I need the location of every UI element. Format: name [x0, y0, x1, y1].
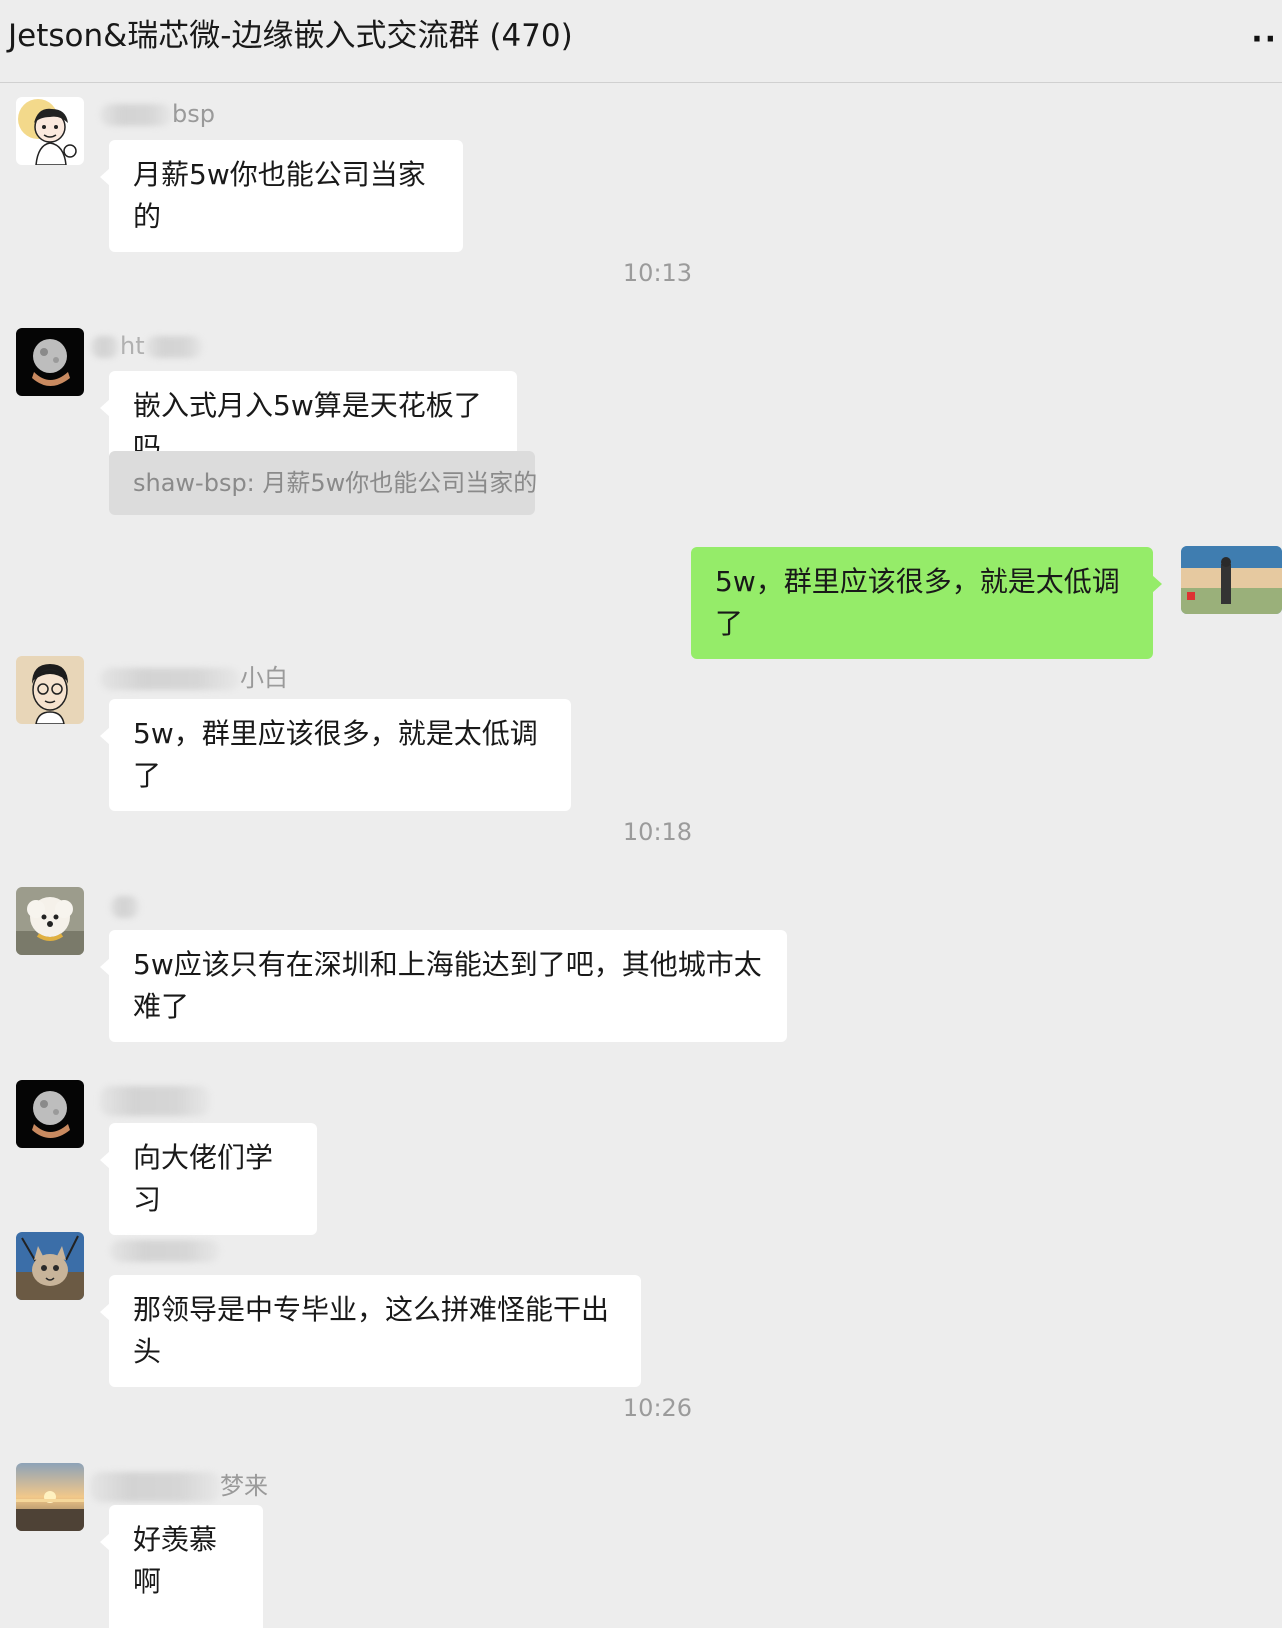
quoted-message[interactable]: shaw-bsp: 月薪5w你也能公司当家的 — [109, 451, 537, 515]
sender-name — [100, 1086, 210, 1116]
blurred-name — [100, 668, 240, 690]
message-bubble[interactable]: 5w，群里应该很多，就是太低调了 — [100, 699, 571, 811]
message-bubble[interactable]: 月薪5w你也能公司当家的 — [100, 140, 463, 252]
timestamp: 10:26 — [622, 1394, 693, 1422]
message-bubble[interactable]: 5w应该只有在深圳和上海能达到了吧，其他城市太难了 — [100, 930, 787, 1042]
blurred-name — [110, 1240, 220, 1262]
blurred-name — [90, 1472, 220, 1502]
timestamp: 10:18 — [622, 818, 693, 846]
message-bubble[interactable]: 那领导是中专毕业，这么拼难怪能干出头 — [100, 1275, 641, 1387]
avatar[interactable] — [16, 1080, 84, 1148]
avatar[interactable] — [16, 1232, 84, 1300]
blurred-name — [100, 1086, 210, 1116]
avatar[interactable] — [16, 97, 84, 165]
avatar[interactable] — [16, 1463, 84, 1531]
blurred-name — [100, 104, 172, 126]
sender-name: 小白 — [100, 658, 288, 693]
blurred-name — [110, 896, 140, 918]
avatar[interactable] — [16, 656, 84, 724]
timestamp: 10:13 — [622, 259, 693, 287]
sender-name — [110, 1236, 220, 1264]
my-avatar[interactable] — [1181, 546, 1282, 614]
blurred-name — [144, 336, 203, 358]
sender-name: 梦来 — [90, 1466, 268, 1502]
chat-header: Jetson&瑞芯微-边缘嵌入式交流群 (470) ·· — [0, 0, 1282, 83]
my-message-bubble[interactable]: 5w，群里应该很多，就是太低调了 — [691, 547, 1162, 659]
sender-name: bsp — [100, 100, 215, 128]
chat-title: Jetson&瑞芯微-边缘嵌入式交流群 (470) — [8, 18, 573, 54]
sender-name: ht — [90, 332, 203, 360]
blurred-name — [90, 336, 120, 358]
sender-name — [110, 892, 140, 920]
more-icon[interactable]: ·· — [1251, 22, 1278, 57]
avatar[interactable] — [16, 328, 84, 396]
message-bubble[interactable]: 向大佬们学习 — [100, 1123, 317, 1235]
avatar[interactable] — [16, 887, 84, 955]
message-bubble[interactable]: 好羡慕啊 — [100, 1505, 263, 1628]
